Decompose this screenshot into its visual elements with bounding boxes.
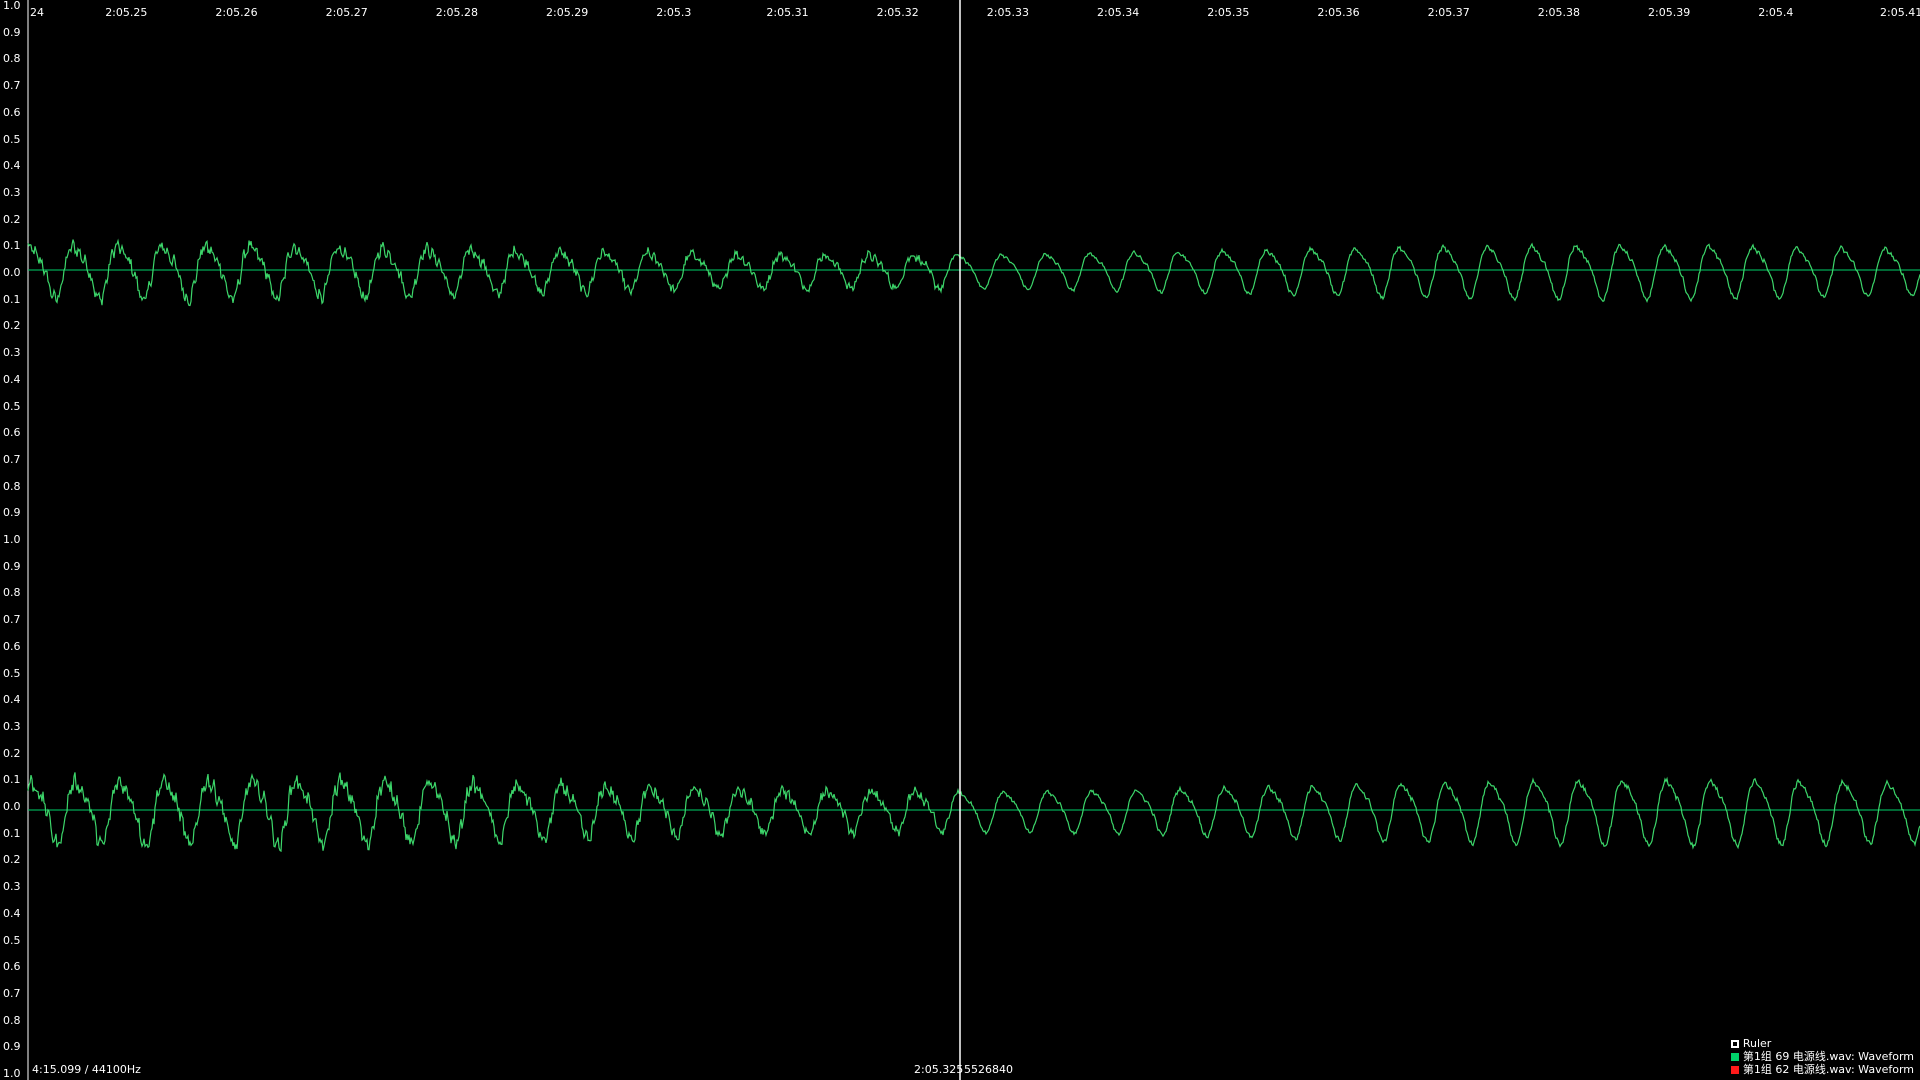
amplitude-tick-label: 1.0 (3, 0, 21, 12)
amplitude-tick-label: 0.4 (3, 159, 21, 173)
legend-item-track1[interactable]: 第1组 69 电源线.wav: Waveform (1730, 1050, 1914, 1063)
amplitude-tick-label: 0.9 (3, 25, 21, 39)
time-tick-label: 2:05.4 (1758, 6, 1794, 19)
time-tick-label: 2:05.33 (986, 6, 1029, 19)
time-tick-label: 2:05.29 (546, 6, 589, 19)
amplitude-tick-label: 0.2 (3, 319, 21, 333)
time-tick-label: 2:05.3 (656, 6, 692, 19)
amplitude-tick-label: 0.7 (3, 452, 21, 466)
amplitude-tick-label: 0.7 (3, 613, 21, 627)
amplitude-tick-label: 0.1 (3, 773, 21, 787)
amplitude-tick-label: 0.4 (3, 693, 21, 707)
legend-track1-label: 第1组 69 电源线.wav: Waveform (1742, 1050, 1914, 1063)
amplitude-tick-label: 0.4 (3, 906, 21, 920)
amplitude-tick-label: 0.1 (3, 826, 21, 840)
amplitude-tick-label: 0.2 (3, 853, 21, 867)
amplitude-tick-label: 0.1 (3, 239, 21, 253)
legend-item-track2[interactable]: 第1组 62 电源线.wav: Waveform (1730, 1063, 1914, 1076)
amplitude-tick-label: 0.3 (3, 880, 21, 894)
time-tick-label: 2:05.41 (1880, 6, 1920, 19)
legend-track2-label: 第1组 62 电源线.wav: Waveform (1742, 1063, 1914, 1076)
duration-samplerate-label: 4:15.099 / 44100Hz (32, 1063, 141, 1076)
legend-ruler-label: Ruler (1742, 1037, 1772, 1050)
time-tick-label: 2:05.37 (1427, 6, 1470, 19)
time-tick-label: 2:05.32 (876, 6, 919, 19)
waveform-viewer[interactable]: 1.0 0.9 0.8 0.7 0.6 0.5 0.4 0.3 0.2 0.1 0.0 0.1 0.2 0… (0, 0, 1920, 1080)
amplitude-tick-label: 0.5 (3, 399, 21, 413)
waveform-track-1 (27, 238, 1920, 307)
amplitude-axis: 1.0 0.9 0.8 0.7 0.6 0.5 0.4 0.3 0.2 0.1 0.0 0.1 0.2 0… (0, 0, 28, 1080)
legend: Ruler 第1组 69 电源线.wav: Waveform 第1组 62 电源… (1730, 1037, 1914, 1076)
square-outline-icon (1730, 1039, 1739, 1048)
amplitude-tick-label: 0.6 (3, 426, 21, 440)
time-tick-label: 2:05.38 (1537, 6, 1580, 19)
cursor-time-label: 2:05.325 (914, 1063, 964, 1076)
cursor-sample-label: 5526840 (964, 1063, 1013, 1076)
amplitude-tick-label: 0.3 (3, 185, 21, 199)
amplitude-tick-label: 1.0 (3, 533, 21, 546)
square-filled-icon (1730, 1052, 1739, 1061)
amplitude-tick-label: 0.8 (3, 1013, 21, 1027)
amplitude-tick-label: 0.9 (3, 506, 21, 520)
time-tick-label: 2:05.25 (105, 6, 148, 19)
amplitude-tick-label: 0.0 (3, 266, 21, 279)
waveform-canvas[interactable] (0, 0, 1920, 1080)
amplitude-tick-label: 0.7 (3, 79, 21, 93)
legend-item-ruler[interactable]: Ruler (1730, 1037, 1914, 1050)
time-tick-label: 2:05.31 (766, 6, 809, 19)
time-tick-label: 2:05.35 (1207, 6, 1250, 19)
amplitude-tick-label: 0.6 (3, 960, 21, 974)
amplitude-tick-label: 0.6 (3, 105, 21, 119)
time-tick-label: 2:05.34 (1097, 6, 1140, 19)
square-filled-icon (1730, 1065, 1739, 1074)
time-tick-label: 2:05.36 (1317, 6, 1360, 19)
amplitude-tick-label: 0.7 (3, 986, 21, 1000)
amplitude-tick-label: 0.8 (3, 479, 21, 493)
amplitude-tick-label: 0.9 (3, 1040, 21, 1054)
time-tick-label: 2:05.27 (325, 6, 368, 19)
time-tick-label: 2:05.28 (435, 6, 478, 19)
amplitude-tick-label: 0.6 (3, 639, 21, 653)
amplitude-tick-label: 0.5 (3, 132, 21, 146)
amplitude-tick-label: 0.5 (3, 666, 21, 680)
amplitude-tick-label: 0.1 (3, 292, 21, 306)
amplitude-tick-label: 0.5 (3, 933, 21, 947)
waveform-track-2 (27, 772, 1920, 853)
time-tick-label: 24 (30, 6, 44, 19)
amplitude-tick-label: 0.9 (3, 559, 21, 573)
amplitude-tick-label: 0.2 (3, 746, 21, 760)
amplitude-tick-label: 0.3 (3, 719, 21, 733)
time-tick-label: 2:05.26 (215, 6, 258, 19)
amplitude-tick-label: 0.3 (3, 346, 21, 360)
amplitude-tick-label: 1.0 (3, 1067, 21, 1080)
amplitude-tick-label: 0.2 (3, 212, 21, 226)
amplitude-tick-label: 0.4 (3, 372, 21, 386)
time-tick-label: 2:05.39 (1648, 6, 1691, 19)
amplitude-tick-label: 0.8 (3, 586, 21, 600)
amplitude-tick-label: 0.0 (3, 800, 21, 813)
amplitude-tick-label: 0.8 (3, 52, 21, 66)
